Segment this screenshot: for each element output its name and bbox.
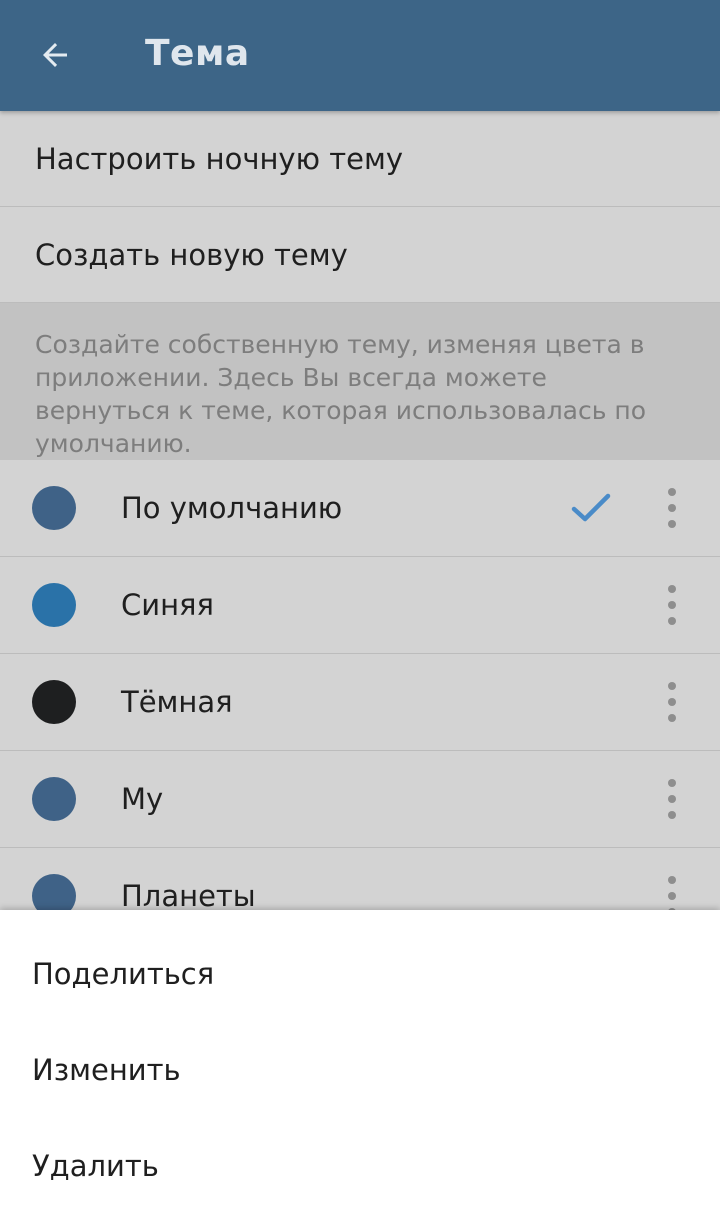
theme-name: Планеты (121, 879, 256, 911)
theme-item-dark[interactable]: Тёмная (0, 654, 720, 751)
theme-item-blue[interactable]: Синяя (0, 557, 720, 654)
theme-color-dot (32, 583, 76, 627)
more-vertical-icon[interactable] (656, 581, 688, 629)
create-theme-label: Создать новую тему (35, 237, 348, 272)
theme-item-default[interactable]: По умолчанию (0, 460, 720, 557)
delete-button[interactable]: Удалить (0, 1118, 720, 1214)
theme-color-dot (32, 777, 76, 821)
theme-settings-list: Настроить ночную тему Создать новую тему… (0, 111, 720, 911)
theme-name: По умолчанию (121, 491, 343, 525)
create-theme-button[interactable]: Создать новую тему (0, 207, 720, 303)
edit-button[interactable]: Изменить (0, 1022, 720, 1118)
more-vertical-icon[interactable] (656, 484, 688, 532)
night-theme-label: Настроить ночную тему (35, 141, 403, 176)
theme-name: My (121, 782, 164, 816)
theme-name: Синяя (121, 588, 214, 622)
delete-label: Удалить (32, 1149, 159, 1183)
share-label: Поделиться (32, 957, 215, 991)
page-title: Тема (145, 33, 250, 74)
theme-color-dot (32, 680, 76, 724)
theme-item-my[interactable]: My (0, 751, 720, 848)
theme-color-dot (32, 486, 76, 530)
night-theme-button[interactable]: Настроить ночную тему (0, 111, 720, 207)
back-button[interactable] (20, 20, 90, 90)
share-button[interactable]: Поделиться (0, 926, 720, 1022)
edit-label: Изменить (32, 1053, 181, 1087)
more-vertical-icon[interactable] (656, 678, 688, 726)
arrow-left-icon (43, 43, 67, 67)
theme-info-text: Создайте собственную тему, изменяя цвета… (0, 303, 720, 460)
more-vertical-icon[interactable] (656, 775, 688, 823)
theme-item-planets[interactable]: Планеты (0, 848, 720, 911)
more-vertical-icon[interactable] (656, 872, 688, 911)
theme-color-dot (32, 874, 76, 911)
app-header: Тема (0, 0, 720, 111)
checkmark-icon (571, 493, 611, 522)
theme-actions-sheet: Поделиться Изменить Удалить (0, 910, 720, 1229)
theme-name: Тёмная (121, 685, 233, 719)
